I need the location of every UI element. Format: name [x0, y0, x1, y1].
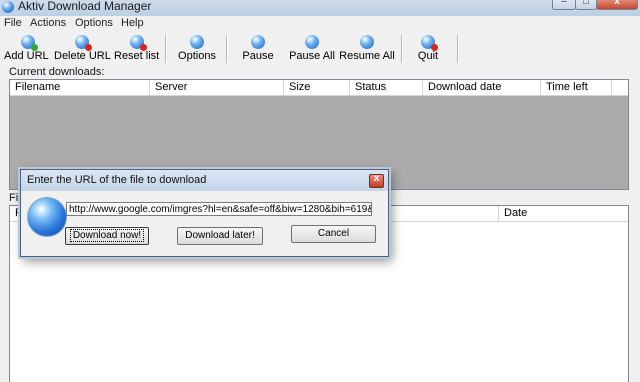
pause-all-label: Pause All: [289, 50, 335, 62]
toolbar-separator: [401, 35, 403, 63]
quit-label: Quit: [417, 50, 439, 62]
menu-file[interactable]: File: [4, 17, 22, 29]
add-url-button[interactable]: Add URL: [4, 31, 49, 65]
globe-pause-all-icon: [305, 35, 319, 49]
menu-actions[interactable]: Actions: [30, 17, 66, 29]
download-later-label: Download later!: [185, 230, 255, 241]
globe-add-icon: [21, 35, 38, 51]
column-header-status[interactable]: Status: [350, 80, 423, 95]
minimize-icon: –: [561, 0, 567, 7]
toolbar: Add URL Delete URL Reset list Options Pa…: [0, 31, 640, 65]
menu-help[interactable]: Help: [121, 17, 144, 29]
globe-options-icon: [190, 35, 204, 49]
add-url-label: Add URL: [4, 50, 49, 62]
delete-url-label: Delete URL: [54, 50, 111, 62]
resume-all-label: Resume All: [339, 50, 395, 62]
window-title: Aktiv Download Manager: [18, 0, 152, 13]
globe-pause-icon: [251, 35, 265, 49]
close-window-button[interactable]: x: [596, 0, 638, 10]
globe-delete-icon: [75, 35, 92, 51]
maximize-icon: □: [582, 0, 590, 7]
download-later-button[interactable]: Download later!: [177, 227, 263, 245]
dialog-close-button[interactable]: x: [369, 173, 384, 188]
column-header-size[interactable]: Size: [284, 80, 350, 95]
enter-url-dialog: Enter the URL of the file to download x …: [20, 169, 389, 257]
column-header-server[interactable]: Server: [150, 80, 284, 95]
url-input[interactable]: http://www.google.com/imgres?hl=en&safe=…: [66, 202, 372, 216]
column-header-filename[interactable]: Filename: [10, 80, 150, 95]
reset-list-button[interactable]: Reset list: [114, 31, 160, 65]
menu-options[interactable]: Options: [75, 17, 113, 29]
menu-bar: File Actions Options Help: [0, 16, 640, 31]
globe-reset-icon: [130, 35, 147, 51]
close-icon: x: [614, 0, 620, 7]
cancel-label: Cancel: [317, 228, 350, 239]
maximize-button[interactable]: □: [575, 0, 597, 10]
globe-resume-all-icon: [360, 35, 374, 49]
quit-button[interactable]: Quit: [413, 31, 443, 65]
minimize-button[interactable]: –: [552, 0, 576, 10]
toolbar-separator: [226, 35, 228, 63]
current-downloads-header: Filename Server Size Status Download dat…: [10, 80, 628, 96]
dialog-title-bar: Enter the URL of the file to download x: [21, 170, 388, 191]
column-header-time-left[interactable]: Time left: [541, 80, 612, 95]
globe-icon: [27, 197, 67, 237]
finished-downloads-label: Fi: [9, 192, 19, 204]
globe-quit-icon: [421, 35, 438, 51]
column-header-date[interactable]: Date: [499, 206, 627, 221]
reset-list-label: Reset list: [114, 50, 160, 62]
options-button[interactable]: Options: [175, 31, 219, 65]
pause-button[interactable]: Pause: [239, 31, 277, 65]
toolbar-separator: [457, 35, 459, 63]
toolbar-separator: [165, 35, 167, 63]
download-now-label: Download now!: [69, 229, 145, 242]
pause-all-button[interactable]: Pause All: [289, 31, 335, 65]
title-bar: Aktiv Download Manager – □ x: [0, 0, 640, 16]
app-globe-icon: [2, 1, 14, 13]
options-label: Options: [178, 50, 216, 62]
delete-url-button[interactable]: Delete URL: [54, 31, 111, 65]
current-downloads-label: Current downloads:: [9, 66, 105, 78]
resume-all-button[interactable]: Resume All: [339, 31, 395, 65]
download-now-button[interactable]: Download now!: [65, 227, 149, 245]
cancel-button[interactable]: Cancel: [291, 225, 376, 243]
close-icon: x: [373, 173, 380, 184]
dialog-title: Enter the URL of the file to download: [27, 174, 207, 186]
column-header-download-date[interactable]: Download date: [423, 80, 541, 95]
pause-label: Pause: [242, 50, 274, 62]
